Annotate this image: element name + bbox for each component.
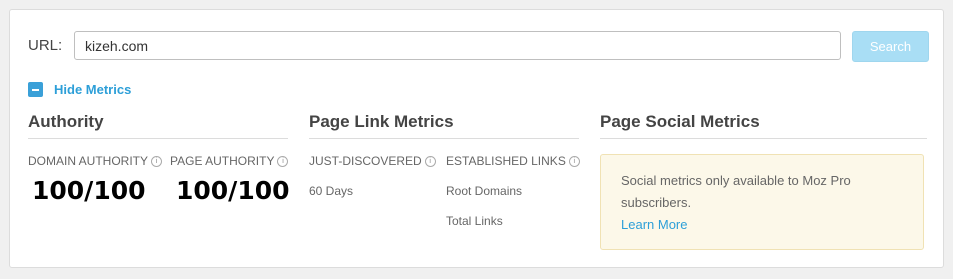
info-icon[interactable]: i <box>568 155 580 167</box>
url-label: URL: <box>28 37 63 54</box>
page-link-metrics-title: Page Link Metrics <box>309 112 454 131</box>
established-links-label-text: ESTABLISHED LINKS <box>446 154 566 168</box>
page-authority-label: PAGE AUTHORITY i <box>170 154 289 168</box>
page-link-divider <box>309 138 579 139</box>
url-input[interactable] <box>74 31 841 60</box>
page-authority-label-text: PAGE AUTHORITY <box>170 154 275 168</box>
established-links-label: ESTABLISHED LINKS i <box>446 154 580 168</box>
page-authority-value: 100/100 <box>176 176 290 205</box>
metrics-panel: URL: Search Hide Metrics Authority DOMAI… <box>9 9 944 268</box>
collapse-icon[interactable] <box>28 82 43 97</box>
search-button[interactable]: Search <box>852 31 929 62</box>
info-icon[interactable]: i <box>277 155 289 167</box>
info-icon[interactable]: i <box>151 155 163 167</box>
authority-title: Authority <box>28 112 104 131</box>
hide-metrics-label[interactable]: Hide Metrics <box>54 82 131 97</box>
domain-authority-value: 100/100 <box>32 176 146 205</box>
domain-authority-label: DOMAIN AUTHORITY i <box>28 154 163 168</box>
total-links-row: Total Links <box>446 214 503 228</box>
just-discovered-label-text: JUST-DISCOVERED <box>309 154 422 168</box>
hide-metrics-toggle[interactable]: Hide Metrics <box>28 82 131 97</box>
root-domains-row: Root Domains <box>446 184 523 198</box>
just-discovered-label: JUST-DISCOVERED i <box>309 154 436 168</box>
domain-authority-label-text: DOMAIN AUTHORITY <box>28 154 149 168</box>
learn-more-link[interactable]: Learn More <box>621 217 687 232</box>
page-social-divider <box>600 138 927 139</box>
social-notice-text: Social metrics only available to Moz Pro… <box>621 173 851 210</box>
info-icon[interactable]: i <box>424 155 436 167</box>
authority-divider <box>28 138 288 139</box>
page-social-metrics-title: Page Social Metrics <box>600 112 760 131</box>
just-discovered-row: 60 Days <box>309 184 354 198</box>
social-notice: Social metrics only available to Moz Pro… <box>600 154 924 250</box>
